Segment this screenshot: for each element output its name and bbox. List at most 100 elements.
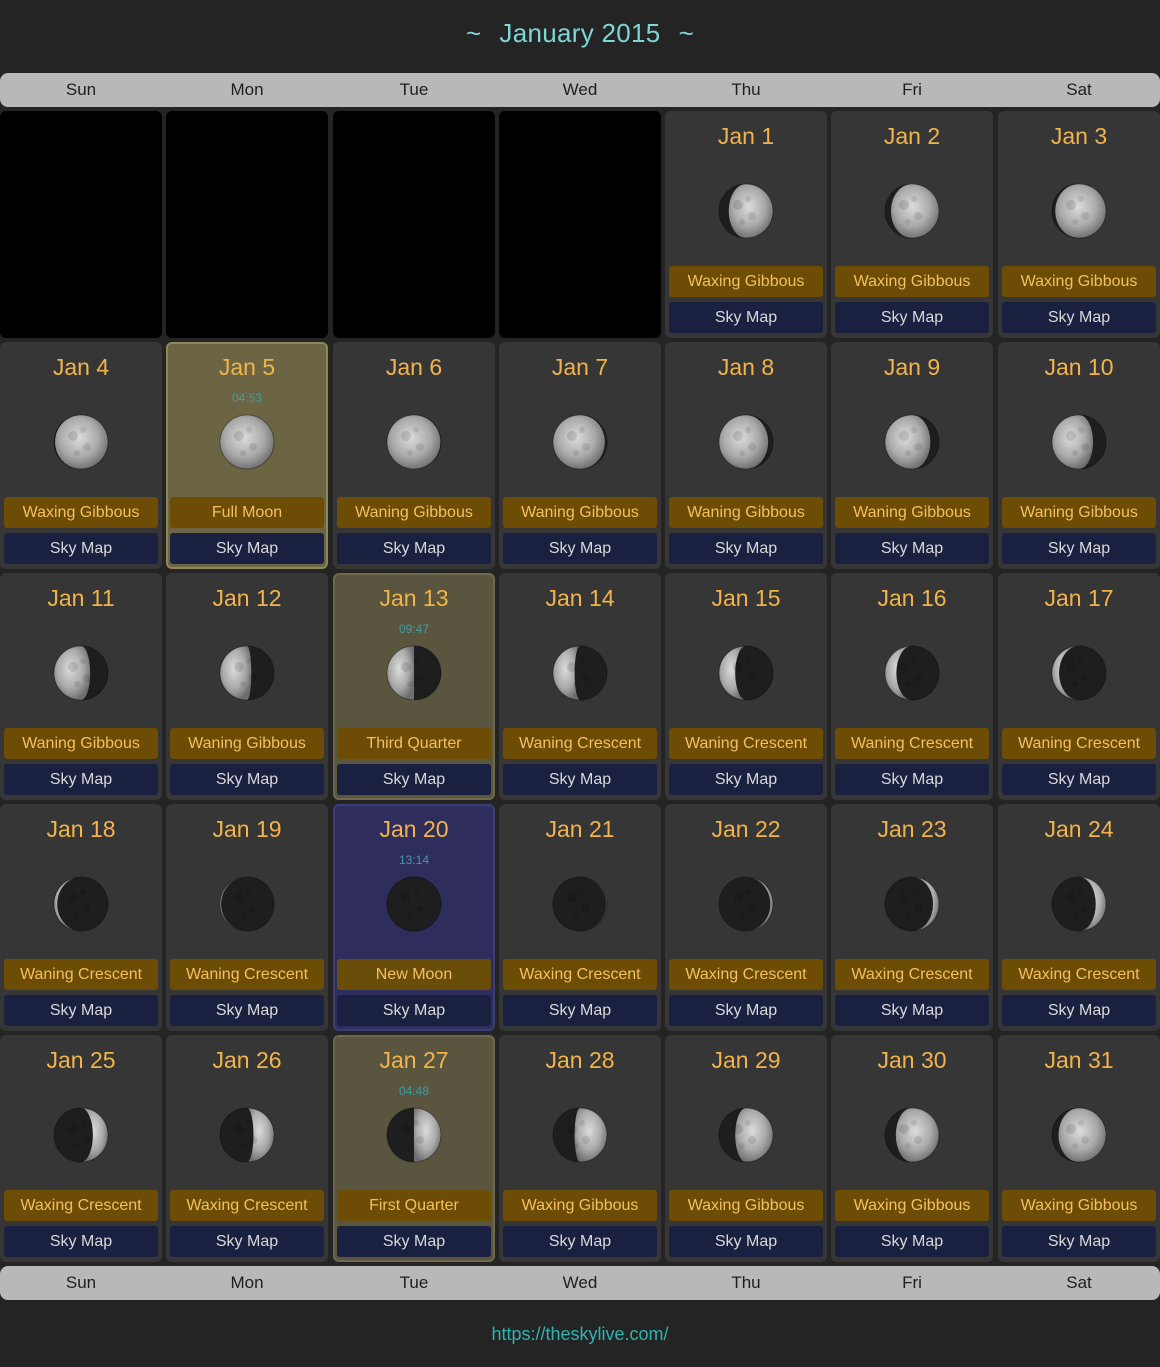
sky-map-button[interactable]: Sky Map xyxy=(669,533,823,564)
day-cell-6: Jan 6 Waning Gibbous Sky Map xyxy=(333,342,495,569)
sky-map-button[interactable]: Sky Map xyxy=(669,764,823,795)
phase-label: Third Quarter xyxy=(337,728,491,759)
phase-label: Waning Gibbous xyxy=(4,728,158,759)
phase-label: Waning Gibbous xyxy=(669,497,823,528)
day-date: Jan 22 xyxy=(711,816,781,842)
phase-label: Waxing Gibbous xyxy=(669,1190,823,1221)
sky-map-button[interactable]: Sky Map xyxy=(503,1226,657,1257)
sky-map-button[interactable]: Sky Map xyxy=(669,995,823,1026)
sky-map-button[interactable]: Sky Map xyxy=(503,995,657,1026)
sky-map-button[interactable]: Sky Map xyxy=(1002,995,1156,1026)
sky-map-button[interactable]: Sky Map xyxy=(1002,533,1156,564)
phase-label: First Quarter xyxy=(337,1190,491,1221)
moon-phase-icon xyxy=(718,645,774,701)
empty-day-cell xyxy=(499,111,661,338)
empty-day-cell xyxy=(0,111,162,338)
day-date: Jan 26 xyxy=(212,1047,282,1073)
day-cell-27: Jan 27 04:48 First Quarter Sky Map xyxy=(333,1035,495,1262)
day-date: Jan 3 xyxy=(1050,123,1108,149)
moon-phase-icon xyxy=(884,876,940,932)
phase-time: 09:47 xyxy=(398,622,430,636)
sky-map-button[interactable]: Sky Map xyxy=(4,995,158,1026)
day-cell-21: Jan 21 Waxing Crescent Sky Map xyxy=(499,804,661,1031)
phase-label: Waxing Gibbous xyxy=(835,1190,989,1221)
day-cell-10: Jan 10 Waning Gibbous Sky Map xyxy=(998,342,1160,569)
sky-map-button[interactable]: Sky Map xyxy=(835,764,989,795)
day-cell-7: Jan 7 Waning Gibbous Sky Map xyxy=(499,342,661,569)
day-cell-23: Jan 23 Waxing Crescent Sky Map xyxy=(831,804,993,1031)
sky-map-button[interactable]: Sky Map xyxy=(835,1226,989,1257)
sky-map-button[interactable]: Sky Map xyxy=(337,995,491,1026)
sky-map-button[interactable]: Sky Map xyxy=(170,764,324,795)
sky-map-button[interactable]: Sky Map xyxy=(1002,1226,1156,1257)
moon-phase-icon xyxy=(386,1107,442,1163)
day-date: Jan 7 xyxy=(551,354,609,380)
day-cell-2: Jan 2 Waxing Gibbous Sky Map xyxy=(831,111,993,338)
day-cell-9: Jan 9 Waning Gibbous Sky Map xyxy=(831,342,993,569)
day-cell-1: Jan 1 Waxing Gibbous Sky Map xyxy=(665,111,827,338)
day-date: Jan 9 xyxy=(883,354,941,380)
month-title: ~ January 2015 ~ xyxy=(0,18,1160,49)
day-cell-4: Jan 4 Waxing Gibbous Sky Map xyxy=(0,342,162,569)
sky-map-button[interactable]: Sky Map xyxy=(1002,302,1156,333)
weekday-bottom-tue: Tue xyxy=(399,1273,429,1292)
weekday-top-fri: Fri xyxy=(902,80,922,99)
sky-map-button[interactable]: Sky Map xyxy=(337,764,491,795)
phase-label: Waxing Gibbous xyxy=(4,497,158,528)
moon-phase-icon xyxy=(1051,645,1107,701)
sky-map-button[interactable]: Sky Map xyxy=(503,764,657,795)
day-cell-11: Jan 11 Waning Gibbous Sky Map xyxy=(0,573,162,800)
footer-url[interactable]: https://theskylive.com/ xyxy=(491,1324,668,1344)
phase-label: Waxing Crescent xyxy=(503,959,657,990)
day-date: Jan 27 xyxy=(379,1047,449,1073)
sky-map-button[interactable]: Sky Map xyxy=(669,302,823,333)
day-date: Jan 16 xyxy=(877,585,947,611)
sky-map-button[interactable]: Sky Map xyxy=(337,1226,491,1257)
sky-map-button[interactable]: Sky Map xyxy=(170,995,324,1026)
weekday-top-wed: Wed xyxy=(562,80,598,99)
day-date: Jan 13 xyxy=(379,585,449,611)
moon-phase-icon xyxy=(219,414,275,470)
empty-day-cell xyxy=(166,111,328,338)
sky-map-button[interactable]: Sky Map xyxy=(835,533,989,564)
day-date: Jan 8 xyxy=(717,354,775,380)
phase-label: Waxing Crescent xyxy=(835,959,989,990)
day-date: Jan 29 xyxy=(711,1047,781,1073)
phase-label: Waxing Gibbous xyxy=(503,1190,657,1221)
sky-map-button[interactable]: Sky Map xyxy=(669,1226,823,1257)
weekday-header-bottom: Sun Mon Tue Wed Thu Fri Sat xyxy=(0,1266,1160,1300)
moon-phase-icon xyxy=(1051,414,1107,470)
sky-map-button[interactable]: Sky Map xyxy=(835,302,989,333)
moon-phase-icon xyxy=(552,645,608,701)
day-cell-14: Jan 14 Waning Crescent Sky Map xyxy=(499,573,661,800)
title-tilde-left: ~ xyxy=(465,18,482,48)
day-date: Jan 12 xyxy=(212,585,282,611)
sky-map-button[interactable]: Sky Map xyxy=(4,533,158,564)
sky-map-button[interactable]: Sky Map xyxy=(170,1226,324,1257)
sky-map-button[interactable]: Sky Map xyxy=(4,764,158,795)
moon-phase-icon xyxy=(1051,183,1107,239)
sky-map-button[interactable]: Sky Map xyxy=(4,1226,158,1257)
sky-map-button[interactable]: Sky Map xyxy=(835,995,989,1026)
weekday-top-sat: Sat xyxy=(1066,80,1092,99)
phase-time: 13:14 xyxy=(398,853,430,867)
day-date: Jan 24 xyxy=(1044,816,1114,842)
sky-map-button[interactable]: Sky Map xyxy=(337,533,491,564)
phase-label: Waxing Gibbous xyxy=(669,266,823,297)
weekday-top-tue: Tue xyxy=(399,80,429,99)
day-date: Jan 17 xyxy=(1044,585,1114,611)
sky-map-button[interactable]: Sky Map xyxy=(170,533,324,564)
sky-map-button[interactable]: Sky Map xyxy=(1002,764,1156,795)
day-date: Jan 23 xyxy=(877,816,947,842)
moon-phase-icon xyxy=(884,183,940,239)
day-date: Jan 10 xyxy=(1044,354,1114,380)
phase-label: Waxing Crescent xyxy=(1002,959,1156,990)
weekday-bottom-fri: Fri xyxy=(902,1273,922,1292)
phase-label: Waxing Crescent xyxy=(4,1190,158,1221)
footer-link[interactable]: https://theskylive.com/ xyxy=(0,1324,1160,1345)
day-cell-13: Jan 13 09:47 Third Quarter Sky Map xyxy=(333,573,495,800)
day-cell-5: Jan 5 04:53 Full Moon Sky Map xyxy=(166,342,328,569)
phase-label: Waxing Crescent xyxy=(170,1190,324,1221)
moon-phase-icon xyxy=(1051,1107,1107,1163)
sky-map-button[interactable]: Sky Map xyxy=(503,533,657,564)
